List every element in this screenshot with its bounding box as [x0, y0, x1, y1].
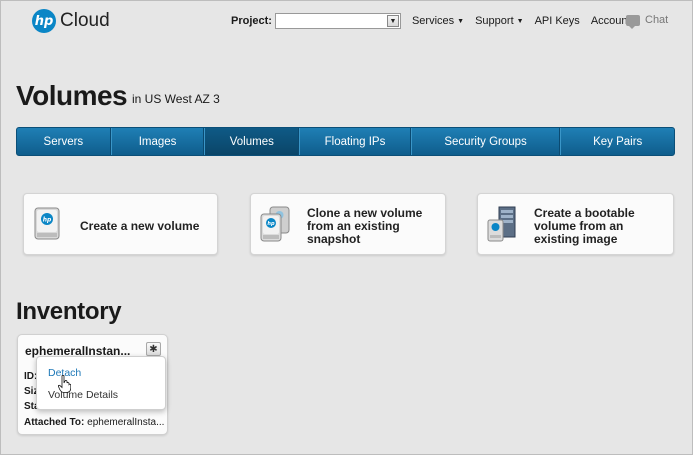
tab-images[interactable]: Images [110, 128, 205, 155]
gear-icon[interactable]: ✱ [146, 342, 161, 356]
bootable-volume-card[interactable]: Create a bootable volume from an existin… [477, 193, 674, 255]
tab-security-groups[interactable]: Security Groups [410, 128, 561, 155]
hp-logo-icon: hp [32, 9, 56, 33]
svg-text:hp: hp [43, 217, 52, 224]
clone-volume-label: Clone a new volume from an existing snap… [307, 206, 423, 246]
volume-disk-icon: hp [34, 207, 60, 240]
tab-key-pairs[interactable]: Key Pairs [560, 128, 674, 155]
volume-attached-row: Attached To: ephemeralInsta... [24, 417, 165, 428]
project-label: Project: [231, 15, 272, 27]
caret-down-icon: ▼ [516, 17, 524, 25]
caret-down-icon: ▼ [457, 17, 465, 25]
nav-support[interactable]: Support ▼ [475, 15, 523, 27]
hp-cloud-logo[interactable]: hp Cloud [32, 9, 110, 33]
inventory-title: Inventory [16, 298, 122, 325]
clone-volume-card[interactable]: hp Clone a new volume from an existing s… [250, 193, 446, 255]
page-title: Volumes [16, 80, 128, 111]
bootable-image-icon [487, 206, 516, 242]
bootable-volume-label: Create a bootable volume from an existin… [534, 206, 635, 246]
hand-cursor-icon [58, 375, 71, 393]
chat-link[interactable]: Chat [626, 14, 668, 29]
page-subtitle: in US West AZ 3 [132, 92, 220, 106]
tab-servers[interactable]: Servers [17, 128, 111, 155]
volume-context-menu: Detach Volume Details [36, 356, 166, 410]
create-volume-label: Create a new volume [80, 219, 200, 233]
svg-text:hp: hp [267, 221, 275, 227]
project-select[interactable]: ▼ [274, 13, 401, 29]
clone-snapshot-icon: hp [260, 206, 290, 242]
section-tabs: Servers Images Volumes Floating IPs Secu… [16, 127, 675, 156]
dropdown-arrow-icon[interactable]: ▼ [386, 15, 399, 27]
create-volume-card[interactable]: hp Create a new volume [23, 193, 218, 255]
tab-volumes[interactable]: Volumes [204, 128, 300, 155]
chat-bubble-icon [626, 14, 640, 29]
nav-services[interactable]: Services ▼ [412, 15, 464, 27]
tab-floating-ips[interactable]: Floating IPs [299, 128, 411, 155]
top-navigation: Project: ▼ Services ▼ Support ▼ API Keys A… [231, 13, 641, 29]
nav-api-keys[interactable]: API Keys [535, 15, 580, 27]
logo-text: Cloud [60, 10, 110, 31]
